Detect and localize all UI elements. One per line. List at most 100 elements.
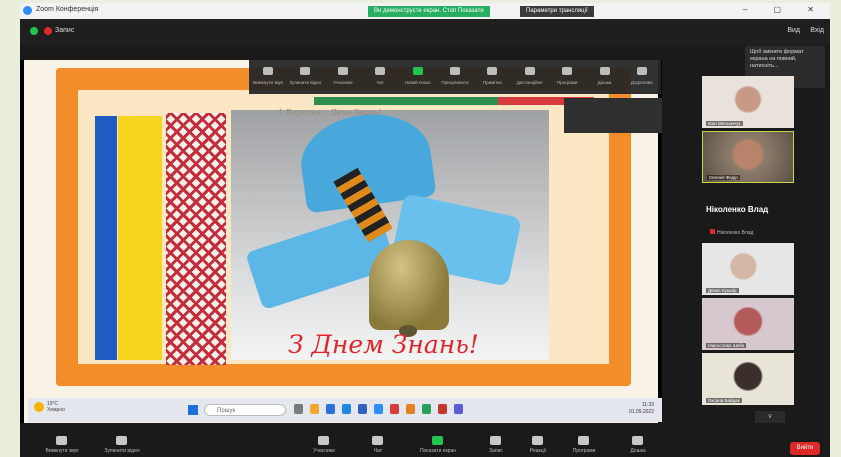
share-toolbar-label: Учасники <box>333 80 353 85</box>
toolbar-button[interactable]: Дошка <box>610 436 666 456</box>
share-toolbar-label: Зупинити відео <box>289 80 322 85</box>
participant-name: Мирослава Шиба <box>706 343 747 348</box>
participant-tile[interactable]: Мирослава Шиба <box>702 298 794 350</box>
share-toolbar-item[interactable]: Вимкнути звук <box>253 64 283 88</box>
share-options-button[interactable]: Параметри трансляції <box>520 6 594 17</box>
share-toolbar-item[interactable]: Дошка <box>594 64 616 88</box>
apps-icon <box>562 67 573 75</box>
pause-icon <box>449 67 460 75</box>
flag-yellow-stripe <box>118 116 162 360</box>
bell-icon <box>369 240 449 330</box>
share-toolbar-item[interactable]: Чат <box>369 64 391 88</box>
toolbar-button[interactable]: Показати екран <box>410 436 466 456</box>
meeting-top-bar: Запис Вид Вхід <box>20 19 830 45</box>
edge-icon[interactable] <box>326 404 335 414</box>
floating-panel <box>564 98 662 133</box>
powerpoint-icon[interactable] <box>390 404 399 414</box>
participants-icon <box>318 436 329 445</box>
security-shield-icon[interactable] <box>30 27 38 35</box>
pdf-icon[interactable] <box>438 404 447 414</box>
presentation-slide: 1 Вересня – День Знань! З Днем Знань! <box>56 68 631 386</box>
share-toolbar-item[interactable]: Новий показ <box>405 64 431 88</box>
weather-widget[interactable]: 19°C Хмарно <box>47 401 65 413</box>
share-toolbar-label: Програми <box>556 80 578 85</box>
share-toolbar: Вимкнути звук Зупинити відео Учасники Чат Но… <box>249 60 661 94</box>
mic-icon <box>263 67 273 75</box>
whiteboard-icon <box>599 67 610 75</box>
toolbar-label: Дошка <box>630 448 646 454</box>
apps-icon <box>578 436 589 445</box>
task-view-icon[interactable] <box>294 404 303 414</box>
chat-icon <box>372 436 383 445</box>
flag-blue-stripe <box>95 116 117 360</box>
slide-greeting: З Днем Знань! <box>288 330 479 359</box>
share-toolbar-item[interactable]: Примітки <box>481 64 503 88</box>
zoom-window: Zoom Конференція Ви демонструєте екран. … <box>20 3 830 457</box>
video-icon <box>116 436 127 445</box>
mic-muted-icon <box>710 229 715 234</box>
taskbar-apps <box>294 404 470 414</box>
recording-label: Запис <box>55 27 75 34</box>
share-toolbar-item[interactable]: Програми <box>556 64 578 88</box>
file-explorer-icon[interactable] <box>310 404 319 414</box>
participant-name: Іван Мельничук <box>706 121 743 126</box>
share-toolbar-label: Дистанційне <box>516 80 543 85</box>
toolbar-label: Показати екран <box>419 448 457 454</box>
chrome-icon[interactable] <box>406 404 415 414</box>
chat-icon <box>375 67 386 75</box>
participant-tile[interactable]: Іван Мельничук <box>702 76 794 128</box>
toolbar-button[interactable]: Вимкнути звук <box>34 436 90 456</box>
toolbar-button[interactable]: Чат <box>350 436 406 456</box>
share-status-banner[interactable]: Ви демонструєте екран. Стоп Показати <box>368 6 490 17</box>
recording-icon[interactable] <box>44 27 52 35</box>
word-icon[interactable] <box>358 404 367 414</box>
clock-date: 01.09.2022 <box>628 409 654 415</box>
participant-name: Оксана Байдак <box>706 398 742 403</box>
active-speaker-label: Ніколенко Влад <box>717 230 754 236</box>
reactions-icon <box>532 436 543 445</box>
share-toolbar-item[interactable]: Призупинити <box>441 64 468 88</box>
toolbar-button[interactable]: Зупинити відео <box>94 436 150 456</box>
participant-tile-active[interactable]: Євгенія Федір <box>702 131 794 183</box>
teams-icon[interactable] <box>454 404 463 414</box>
fullscreen-button[interactable]: Вхід <box>810 27 824 34</box>
participant-name: Євгенія Федір <box>707 175 740 180</box>
share-toolbar-label: Вимкнути звук <box>253 80 283 85</box>
window-controls[interactable]: – ▢ ✕ <box>743 5 826 14</box>
view-button[interactable]: Вид <box>787 27 800 34</box>
sharing-indicator-bar[interactable] <box>314 97 594 105</box>
clock-time: 11:33 <box>641 402 654 408</box>
annotate-icon <box>487 67 498 75</box>
share-toolbar-item[interactable]: Дистанційне <box>517 64 543 88</box>
slide-caption: 1 Вересня – День Знань! <box>278 108 382 117</box>
share-toolbar-label: Примітки <box>482 80 502 85</box>
share-toolbar-label: Призупинити <box>441 80 469 85</box>
weather-icon[interactable] <box>34 402 44 412</box>
toolbar-button[interactable]: Учасники <box>296 436 352 456</box>
taskbar-search-input[interactable]: Пошук <box>204 404 286 416</box>
windows-start-icon[interactable] <box>188 405 198 415</box>
windows-taskbar: 19°C Хмарно Пошук 11:33 01.09.2022 <box>28 398 662 422</box>
active-speaker-sub: Ніколенко Влад <box>710 229 753 236</box>
end-meeting-button[interactable]: Вийти <box>790 442 820 455</box>
share-toolbar-item[interactable]: Додатково <box>631 64 653 88</box>
participant-tile[interactable]: Денис Кушнір <box>702 243 794 295</box>
new-share-icon <box>412 67 423 75</box>
excel-icon[interactable] <box>422 404 431 414</box>
share-toolbar-label: Дошка <box>597 80 612 85</box>
share-toolbar-item[interactable]: Зупинити відео <box>290 64 321 88</box>
share-toolbar-item[interactable]: Учасники <box>332 64 354 88</box>
taskbar-clock[interactable]: 11:33 01.09.2022 <box>629 402 654 416</box>
zoom-app-icon[interactable] <box>374 404 383 414</box>
toolbar-button[interactable]: Програми <box>556 436 612 456</box>
participant-tile[interactable]: Оксана Байдак <box>702 353 794 405</box>
remote-icon <box>524 67 535 75</box>
window-title: Zoom Конференція <box>36 6 99 13</box>
record-icon <box>490 436 501 445</box>
participant-name: Денис Кушнір <box>706 288 739 293</box>
toolbar-label: Вимкнути звук <box>45 448 79 454</box>
store-icon[interactable] <box>342 404 351 414</box>
shared-screen: 1 Вересня – День Знань! З Днем Знань! Ви… <box>20 60 662 423</box>
mic-icon <box>56 436 67 445</box>
gallery-page-down-button[interactable]: v <box>755 411 785 423</box>
